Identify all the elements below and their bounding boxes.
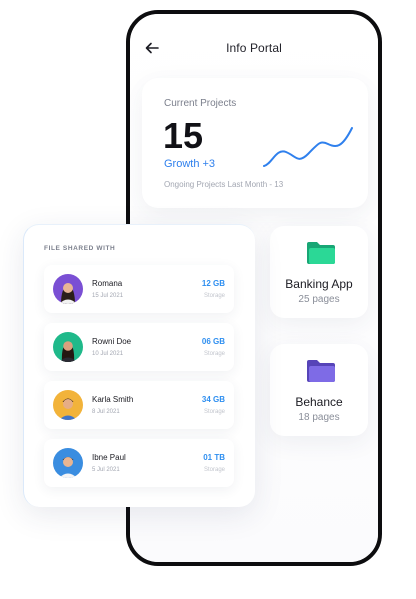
avatar [53, 332, 83, 362]
folder-pages: 25 pages [298, 294, 340, 305]
person-date: 15 Jul 2021 [92, 293, 124, 299]
avatar [53, 274, 83, 304]
folder-pages: 18 pages [298, 412, 340, 423]
shared-person-row[interactable]: Ibne Paul 5 Jul 2021 01 TB Storage [44, 439, 234, 487]
storage-label: Storage [203, 351, 225, 357]
person-date: 10 Jul 2021 [92, 351, 124, 357]
projects-label: Current Projects [164, 98, 237, 109]
shared-person-row[interactable]: Karla Smith 8 Jul 2021 34 GB Storage [44, 381, 234, 429]
person-name: Ibne Paul [92, 453, 126, 462]
storage-size: 01 TB [203, 453, 225, 462]
person-name: Rowni Doe [92, 337, 132, 346]
storage-size: 34 GB [201, 395, 225, 404]
growth-text: Growth +3 [164, 158, 216, 170]
top-bar: Info Portal [130, 38, 378, 58]
shared-person-row[interactable]: Romana 15 Jul 2021 12 GB Storage [44, 265, 234, 313]
storage-label: Storage [203, 409, 225, 415]
sparkline-trend [263, 127, 353, 167]
avatar [53, 448, 83, 478]
storage-size: 12 GB [201, 279, 225, 288]
folder-card-behance[interactable]: Behance 18 pages [270, 344, 368, 436]
storage-label: Storage [203, 467, 225, 473]
avatar [53, 390, 83, 420]
person-date: 8 Jul 2021 [92, 409, 120, 415]
projects-note: Ongoing Projects Last Month - 13 [164, 180, 284, 189]
shared-title: FILE SHARED WITH [44, 245, 116, 252]
folder-icon [307, 360, 335, 382]
storage-size: 06 GB [201, 337, 225, 346]
person-date: 5 Jul 2021 [92, 467, 120, 473]
person-name: Karla Smith [92, 395, 134, 404]
projects-count: 15 [163, 115, 204, 156]
folder-icon [307, 242, 335, 264]
current-projects-card[interactable]: Current Projects 15 Growth +3 Ongoing Pr… [142, 78, 368, 208]
file-shared-panel: FILE SHARED WITH Romana 15 Jul 2021 12 G… [23, 224, 255, 507]
storage-label: Storage [203, 293, 225, 299]
folder-name: Banking App [285, 277, 353, 291]
person-name: Romana [92, 279, 123, 288]
folder-name: Behance [295, 395, 343, 409]
shared-person-row[interactable]: Rowni Doe 10 Jul 2021 06 GB Storage [44, 323, 234, 371]
app-mockup: Info Portal Current Projects 15 Growth +… [0, 0, 416, 599]
page-title: Info Portal [226, 41, 282, 55]
folder-card-banking-app[interactable]: Banking App 25 pages [270, 226, 368, 318]
